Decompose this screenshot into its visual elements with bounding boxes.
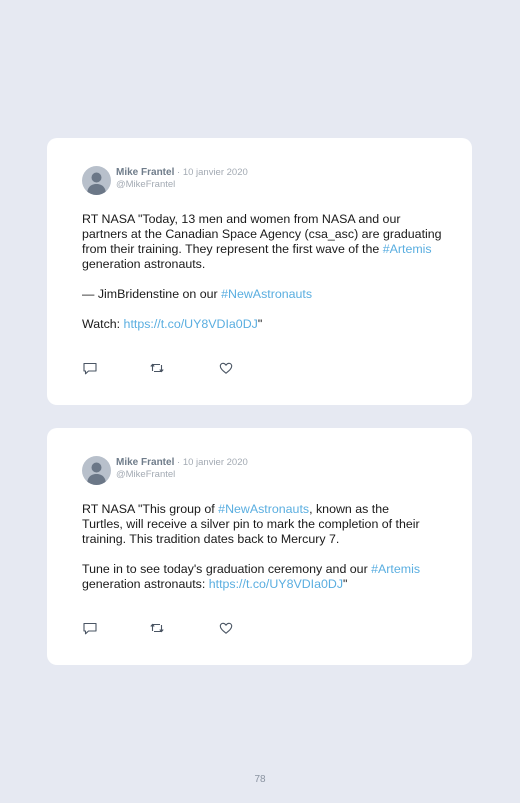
tweet-date[interactable]: 10 janvier 2020: [183, 167, 248, 178]
retweet-icon[interactable]: [149, 620, 165, 636]
author-block: Mike Frantel · 10 janvier 2020 @MikeFran…: [116, 457, 248, 481]
tweet-text: RT NASA "This group of #NewAstronauts, k…: [82, 502, 427, 592]
tweet-paragraph: RT NASA "Today, 13 men and women from NA…: [82, 212, 442, 272]
tweet-paragraph: RT NASA "This group of #NewAstronauts, k…: [82, 502, 427, 547]
tweet-paragraph: — JimBridenstine on our #NewAstronauts: [82, 287, 442, 302]
author-block: Mike Frantel · 10 janvier 2020 @MikeFran…: [116, 167, 248, 191]
hashtag-link[interactable]: #NewAstronauts: [218, 502, 309, 516]
tweet-text-segment: generation astronauts.: [82, 257, 206, 271]
author-handle[interactable]: @MikeFrantel: [116, 469, 248, 481]
tweet-text-segment: generation astronauts:: [82, 577, 209, 591]
tweet-paragraph: Tune in to see today's graduation ceremo…: [82, 562, 427, 592]
author-name[interactable]: Mike Frantel: [116, 167, 174, 178]
hashtag-link[interactable]: #NewAstronauts: [221, 287, 312, 301]
tweet-text-segment: RT NASA "This group of: [82, 502, 219, 516]
tweet-text-segment: Tune in to see today's graduation ceremo…: [82, 562, 372, 576]
comment-icon[interactable]: [82, 360, 98, 376]
hashtag-link[interactable]: #Artemis: [371, 562, 420, 576]
author-handle[interactable]: @MikeFrantel: [116, 179, 248, 191]
date-separator: ·: [174, 167, 183, 178]
date-separator: ·: [174, 457, 183, 468]
tweet-text-segment: ": [343, 577, 348, 591]
author-name[interactable]: Mike Frantel: [116, 457, 174, 468]
tweet-text-segment: ": [257, 317, 263, 331]
tweet-url-link[interactable]: https://t.co/UY8VDIa0DJ: [124, 317, 258, 331]
tweet-text: RT NASA "Today, 13 men and women from NA…: [82, 212, 442, 332]
tweet-card: Mike Frantel · 10 janvier 2020 @MikeFran…: [47, 428, 472, 665]
tweet-text-segment: Watch:: [82, 317, 124, 331]
tweet-card: Mike Frantel · 10 janvier 2020 @MikeFran…: [47, 138, 472, 405]
heart-icon[interactable]: [218, 620, 234, 636]
heart-icon[interactable]: [218, 360, 234, 376]
comment-icon[interactable]: [82, 620, 98, 636]
avatar-person-icon[interactable]: [82, 456, 111, 485]
avatar-person-icon[interactable]: [82, 166, 111, 195]
tweet-url-link[interactable]: https://t.co/UY8VDIa0DJ: [209, 577, 343, 591]
tweet-date[interactable]: 10 janvier 2020: [183, 457, 248, 468]
hashtag-link[interactable]: #Artemis: [383, 242, 432, 256]
page-number: 78: [254, 774, 266, 785]
retweet-icon[interactable]: [149, 360, 165, 376]
tweet-paragraph: Watch: https://t.co/UY8VDIa0DJ": [82, 317, 442, 332]
tweet-text-segment: — JimBridenstine on our: [82, 287, 222, 301]
